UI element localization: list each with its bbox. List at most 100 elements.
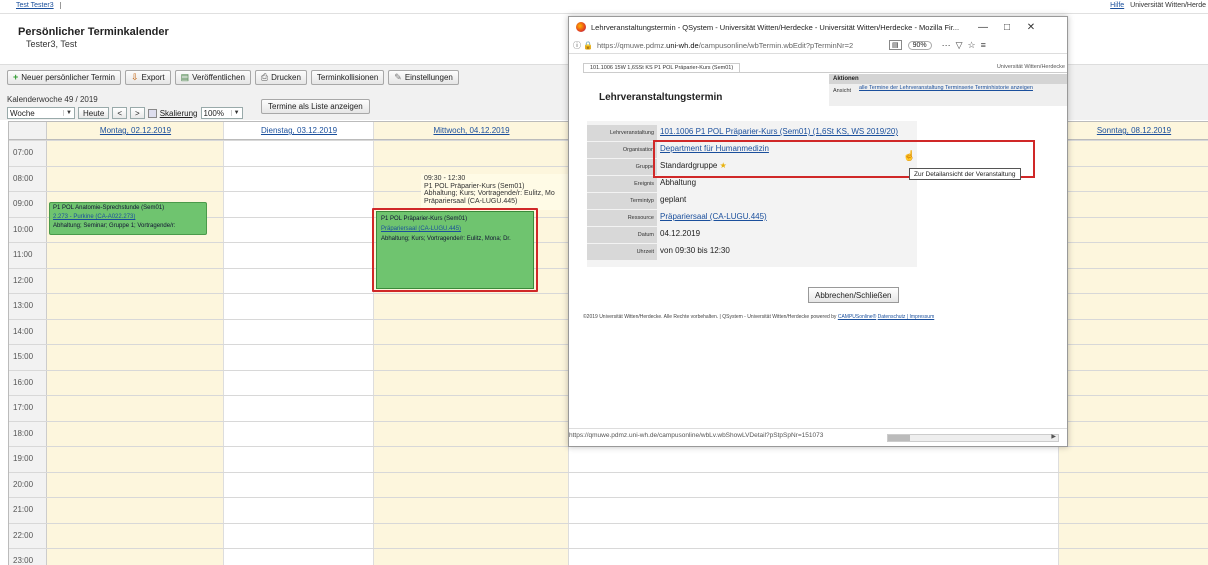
help-link[interactable]: Hilfe: [1110, 2, 1124, 9]
hour-label: 18:00: [13, 428, 34, 438]
minimize-icon[interactable]: —: [971, 22, 995, 33]
chevron-down-icon: ▼: [63, 110, 72, 116]
popup-statusbar: https://qmuwe.pdmz.uni-wh.de/campusonlin…: [569, 428, 1067, 446]
footer-links[interactable]: Datenschutz | Impressum: [878, 314, 935, 320]
popup-tabline: 101.1006 15W 1,6SSt KS P1 POL Präparier-…: [583, 63, 1067, 73]
collisions-button[interactable]: Terminkollisionen: [310, 70, 385, 85]
hour-label: 15:00: [13, 352, 34, 361]
user-name: Tester3, Test: [26, 39, 77, 49]
event-title: P1 POL Anatomie-Sprechstunde (Sem01): [53, 205, 165, 211]
course-link[interactable]: 101.1006 P1 POL Präparier-Kurs (Sem01) (…: [660, 127, 898, 136]
settings-button[interactable]: ✎ Einstellungen: [388, 70, 459, 85]
hour-line: [9, 548, 1208, 549]
zoom-badge[interactable]: 90%: [907, 40, 932, 50]
actions-panel: Aktionen Ansicht alle Termine der Lehrve…: [829, 74, 1067, 106]
hour-label: 19:00: [13, 454, 34, 463]
close-button[interactable]: Abbrechen/Schließen: [808, 287, 899, 303]
hour-label: 20:00: [13, 479, 34, 489]
popup-content: 101.1006 15W 1,6SSt KS P1 POL Präparier-…: [569, 54, 1067, 428]
print-icon: ⎙: [260, 72, 269, 82]
lock-icon[interactable]: 🔒: [583, 41, 593, 50]
course-tab[interactable]: 101.1006 15W 1,6SSt KS P1 POL Präparier-…: [583, 63, 741, 72]
publish-button[interactable]: ▤ Veröffentlichen: [174, 70, 251, 85]
reader-icon[interactable]: ▤: [888, 40, 902, 50]
horizontal-scrollbar[interactable]: ▶: [887, 434, 1059, 442]
status-url: https://qmuwe.pdmz.uni-wh.de/campusonlin…: [569, 432, 824, 439]
prev-week-button[interactable]: <: [112, 107, 128, 119]
week-label: Kalenderwoche 49 / 2019: [7, 95, 98, 104]
highlight-box: [372, 208, 538, 292]
publish-icon: ▤: [180, 72, 190, 82]
resource-link[interactable]: Präpariersaal (CA-LUGU.445): [660, 212, 767, 221]
detail-row: Termintyp geplant: [587, 193, 917, 210]
pencil-icon: ✎: [394, 72, 402, 82]
info-icon[interactable]: ⓘ: [573, 40, 581, 51]
hand-cursor-icon: ☝: [903, 151, 916, 162]
event-room-link[interactable]: 2.273 - Purkine (CA-A022.273): [53, 213, 203, 222]
hour-label: 17:00: [13, 403, 34, 412]
actions-label: Ansicht: [833, 88, 852, 94]
day-header-tuesday[interactable]: Dienstag, 03.12.2019: [224, 122, 374, 140]
view-select[interactable]: Woche ▼: [7, 107, 75, 119]
popup-org: Universität Witten/Herdecke: [996, 64, 1065, 70]
actions-title: Aktionen: [829, 74, 1067, 84]
hour-label: 21:00: [13, 505, 34, 514]
next-week-button[interactable]: >: [130, 107, 145, 119]
close-icon[interactable]: ✕: [1019, 22, 1043, 33]
hour-label: 07:00: [13, 148, 34, 157]
event-desc: Abhaltung; Seminar; Gruppe 1; Vortragend…: [53, 223, 176, 229]
top-bar: Test Tester3 Hilfe Universität Witten/He…: [0, 0, 1208, 14]
org-name: Universität Witten/Herde: [1130, 2, 1206, 9]
hour-line: [9, 471, 1208, 473]
export-icon: ⇩: [130, 72, 139, 82]
hour-label: 13:00: [13, 301, 34, 310]
chevron-down-icon: ▼: [230, 110, 240, 116]
popup-titlebar: Lehrveranstaltungstermin - QSystem - Uni…: [569, 17, 1067, 37]
maximize-icon[interactable]: □: [995, 22, 1019, 33]
day-header-monday[interactable]: Montag, 02.12.2019: [47, 122, 224, 140]
hour-label: 11:00: [13, 250, 33, 259]
day-header-sunday[interactable]: Sonntag, 08.12.2019: [1059, 122, 1208, 140]
link-tooltip: Zur Detailansicht der Veranstaltung: [909, 168, 1021, 180]
page-title: Persönlicher Terminkalender: [18, 26, 169, 38]
popup-footer: ©2019 Universität Witten/Herdecke. Alle …: [583, 314, 935, 320]
hour-line: [9, 522, 1208, 524]
today-button[interactable]: Heute: [78, 107, 110, 119]
calendar-event-monday[interactable]: P1 POL Anatomie-Sprechstunde (Sem01) 2.2…: [49, 202, 207, 235]
view-controls: Woche ▼ Heute < > Skalierung 100% ▼: [7, 106, 243, 120]
popup-heading: Lehrveranstaltungstermin: [599, 92, 723, 103]
export-button[interactable]: ⇩ Export: [124, 70, 171, 85]
campusonline-link[interactable]: CAMPUSonline®: [838, 314, 876, 320]
calendar-icon[interactable]: [147, 108, 157, 118]
user-link[interactable]: Test Tester3: [16, 2, 61, 9]
hour-label: 10:00: [13, 224, 34, 234]
url-field[interactable]: https://qmuwe.pdmz.uni-wh.de/campusonlin…: [597, 41, 887, 50]
scale-label: Skalierung: [159, 108, 198, 118]
actions-links[interactable]: alle Termine der Lehrveranstaltung Termi…: [859, 85, 1059, 91]
hour-label: 16:00: [13, 377, 34, 387]
detail-row: Datum 04.12.2019: [587, 227, 917, 244]
day-header-wednesday[interactable]: Mittwoch, 04.12.2019: [374, 122, 569, 140]
hour-label: 22:00: [13, 530, 34, 540]
popup-window: Lehrveranstaltungstermin - QSystem - Uni…: [568, 16, 1068, 447]
detail-row: Ressource Präpariersaal (CA-LUGU.445): [587, 210, 917, 227]
popup-window-title: Lehrveranstaltungstermin - QSystem - Uni…: [591, 22, 960, 32]
scale-select[interactable]: 100% ▼: [200, 107, 243, 119]
hour-label: 12:00: [13, 275, 34, 285]
detail-row: Uhrzeit von 09:30 bis 12:30: [587, 244, 917, 261]
detail-row: Ereignis Abhaltung: [587, 176, 917, 193]
firefox-icon: [576, 22, 586, 32]
hour-label: 09:00: [13, 199, 34, 208]
new-appointment-button[interactable]: + Neuer persönlicher Termin: [7, 70, 121, 85]
hour-label: 14:00: [13, 326, 34, 336]
show-list-button[interactable]: Termine als Liste anzeigen: [261, 99, 370, 114]
top-right: Hilfe Universität Witten/Herde: [1110, 2, 1206, 9]
toolbar: + Neuer persönlicher Termin ⇩ Export ▤ Verö…: [7, 70, 459, 86]
print-button[interactable]: ⎙ Drucken: [254, 70, 307, 85]
hour-label: 23:00: [13, 556, 34, 565]
hour-label: 08:00: [13, 173, 34, 183]
chevron-right-icon[interactable]: ▶: [1051, 433, 1056, 440]
hour-line: [9, 497, 1208, 498]
popup-urlbar: ⓘ 🔒 https://qmuwe.pdmz.uni-wh.de/campuso…: [569, 37, 1067, 54]
browser-tools-icon[interactable]: ⋯▽☆≡: [942, 40, 991, 51]
